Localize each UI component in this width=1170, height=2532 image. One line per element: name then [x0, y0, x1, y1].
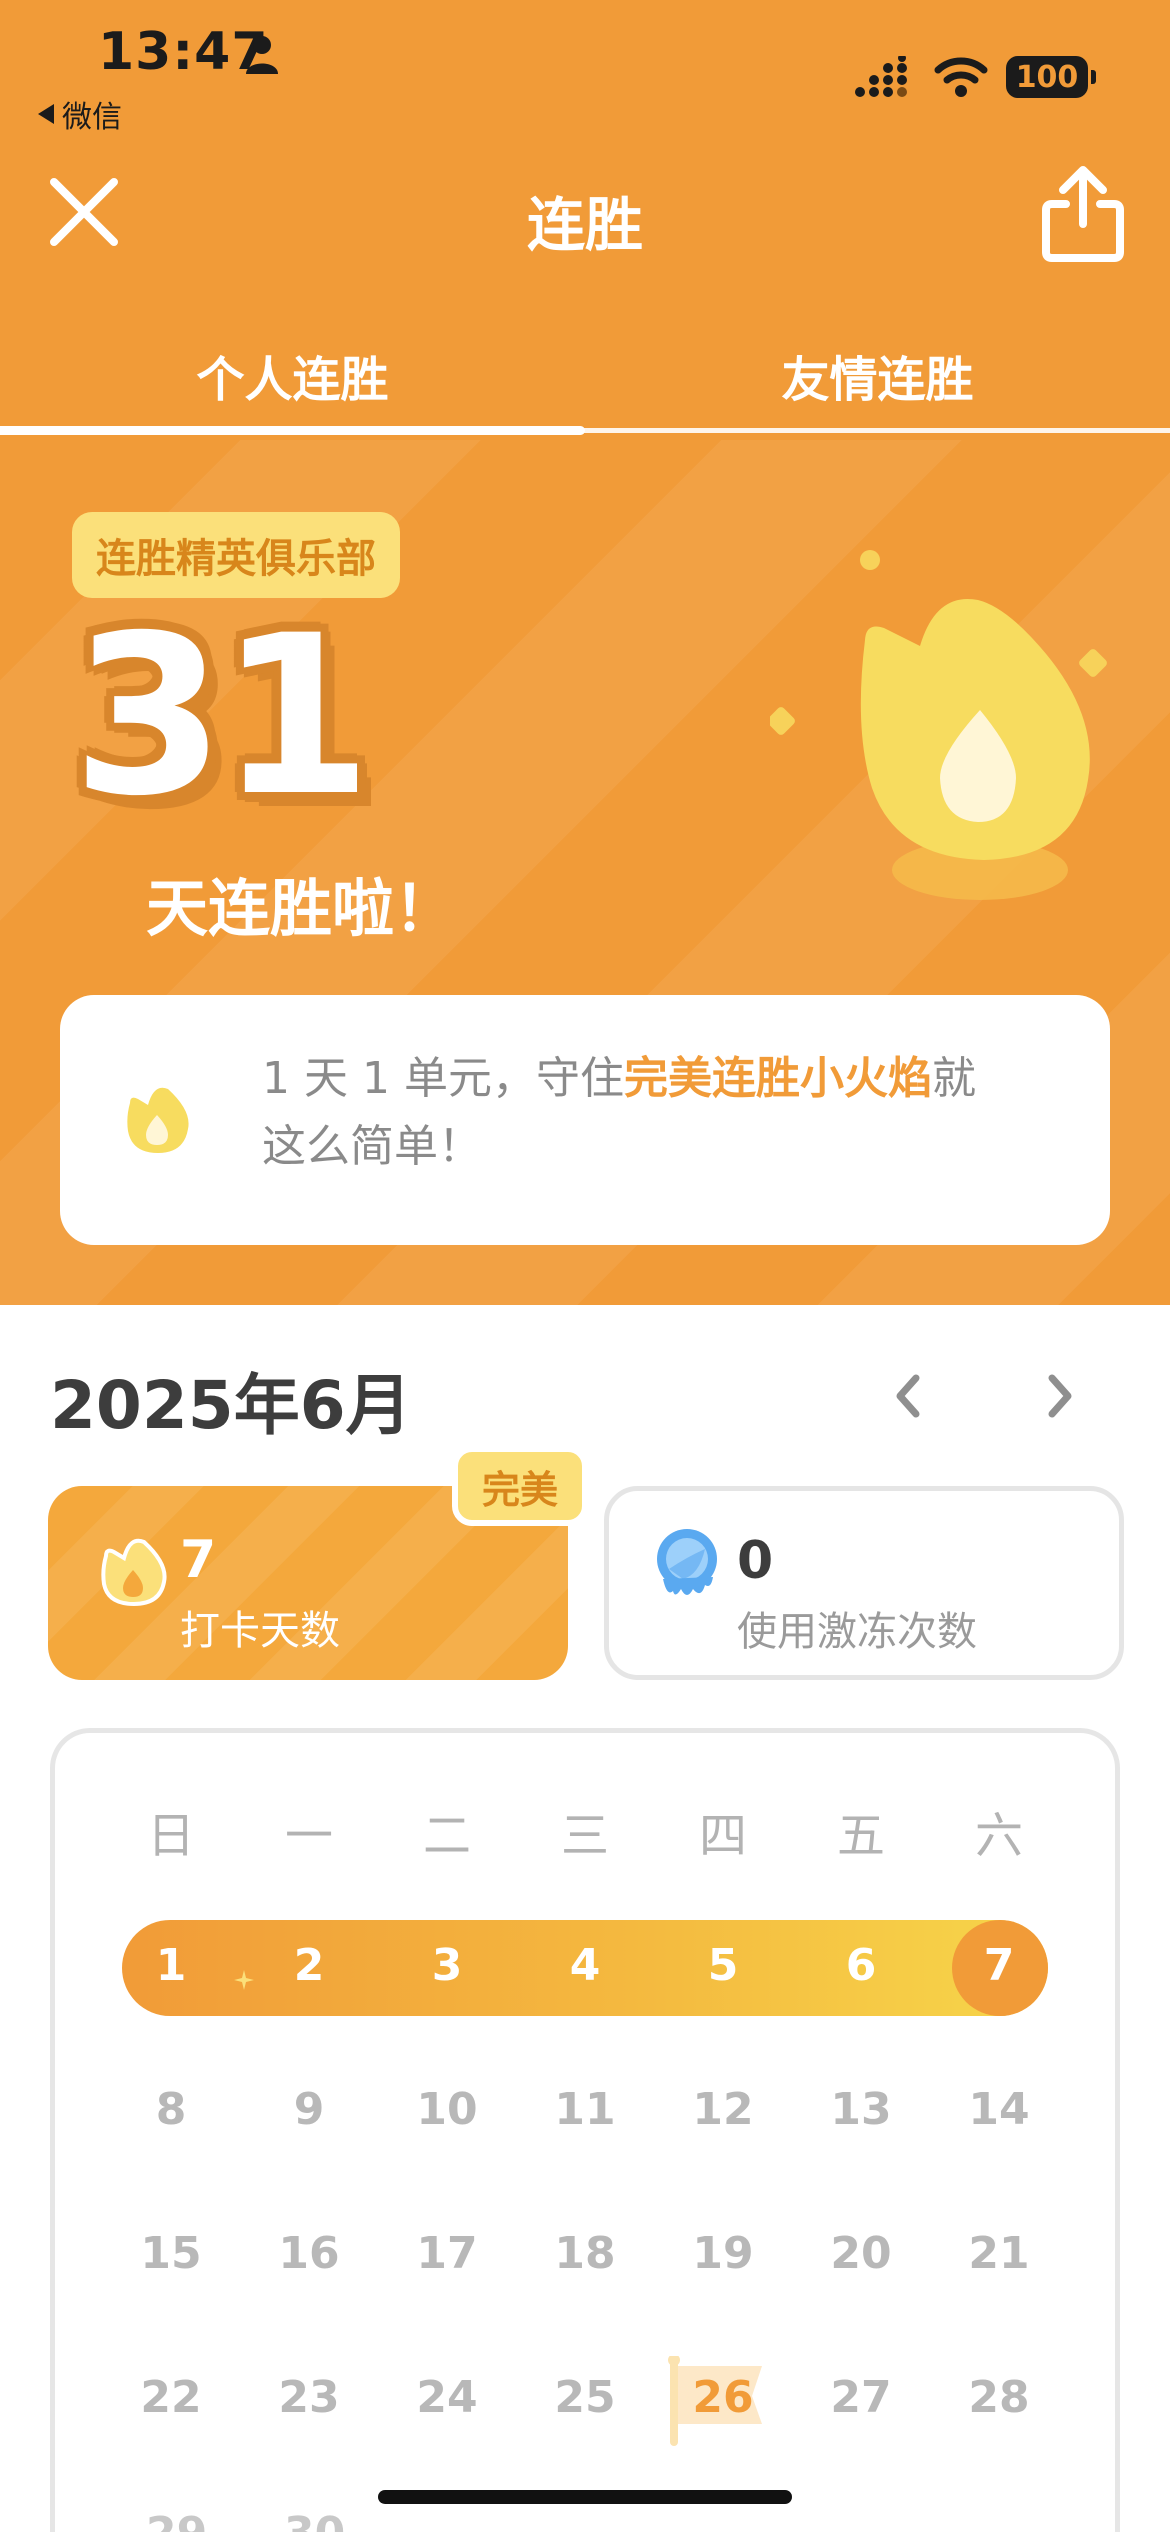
calendar-day[interactable]: 27 — [811, 2372, 911, 2423]
calendar-day[interactable]: 28 — [949, 2372, 1049, 2423]
calendar-day[interactable]: 5 — [673, 1940, 773, 1991]
calendar-day[interactable]: 4 — [535, 1940, 635, 1991]
weekday-sun: 日 — [146, 1808, 195, 1864]
tip-prefix: 1 天 1 单元，守住 — [262, 1053, 624, 1104]
back-arrow-icon — [38, 104, 54, 124]
calendar-day[interactable]: 19 — [673, 2228, 773, 2279]
streak-count: 31 — [72, 588, 372, 844]
freeze-count-label: 使用激冻次数 — [737, 1609, 977, 1655]
weekday-mon: 一 — [284, 1808, 333, 1864]
calendar-day[interactable]: 20 — [811, 2228, 911, 2279]
tip-suffix: 就 — [931, 1053, 976, 1104]
calendar-day[interactable]: 1 — [121, 1940, 221, 1991]
tip-card: 1 天 1 单元，守住完美连胜小火焰就 这么简单！ — [60, 995, 1110, 1245]
page-title: 连胜 — [526, 191, 643, 259]
calendar-day[interactable]: 17 — [397, 2228, 497, 2279]
calendar-day[interactable]: 9 — [259, 2084, 359, 2135]
calendar-day[interactable]: 13 — [811, 2084, 911, 2135]
active-tab-indicator — [0, 426, 585, 435]
month-label: 2025年6月 — [50, 1367, 412, 1444]
tab-bar: 个人连胜 友情连胜 — [0, 320, 1170, 440]
back-to-wechat-link[interactable]: 微信 — [38, 92, 122, 136]
perfect-badge: 完美 — [452, 1446, 588, 1526]
tab-personal-streak[interactable]: 个人连胜 — [0, 340, 585, 410]
weekday-fri: 五 — [836, 1808, 885, 1864]
weekday-wed: 三 — [560, 1808, 609, 1864]
calendar-day[interactable]: 15 — [121, 2228, 221, 2279]
calendar-day[interactable]: 25 — [535, 2372, 635, 2423]
calendar-day[interactable]: 16 — [259, 2228, 359, 2279]
home-indicator[interactable] — [378, 2490, 792, 2504]
tip-text: 1 天 1 单元，守住完美连胜小火焰就 这么简单！ — [262, 1045, 1062, 1181]
calendar-day[interactable]: 3 — [397, 1940, 497, 1991]
weekday-sat: 六 — [974, 1808, 1023, 1864]
calendar-day[interactable]: 18 — [535, 2228, 635, 2279]
freeze-count-value: 0 — [737, 1531, 774, 1591]
status-bar: 13:47 微信 100 — [0, 0, 1170, 150]
previous-month-button[interactable] — [884, 1368, 934, 1424]
tab-friend-streak[interactable]: 友情连胜 — [585, 340, 1170, 410]
calendar-day[interactable]: 7 — [949, 1940, 1049, 1991]
wifi-icon — [934, 57, 988, 97]
sparkle-icon — [234, 1970, 254, 1990]
calendar-day[interactable]: 14 — [949, 2084, 1049, 2135]
calendar-day[interactable]: 21 — [949, 2228, 1049, 2279]
elite-club-badge[interactable]: 连胜精英俱乐部 — [72, 512, 400, 598]
person-icon — [246, 36, 278, 74]
weekday-tue: 二 — [422, 1808, 471, 1864]
next-month-button[interactable] — [1034, 1368, 1084, 1424]
status-time: 13:47 — [98, 22, 269, 82]
streak-caption: 天连胜啦！ — [146, 872, 457, 945]
weekday-thu: 四 — [698, 1808, 747, 1864]
freeze-drop-icon — [657, 1529, 717, 1595]
calendar-day[interactable]: 12 — [673, 2084, 773, 2135]
calendar-day[interactable]: 23 — [259, 2372, 359, 2423]
calendar-day[interactable]: 24 — [397, 2372, 497, 2423]
checkin-days-label: 打卡天数 — [180, 1608, 340, 1654]
calendar-day[interactable]: 22 — [121, 2372, 221, 2423]
tip-line2: 这么简单！ — [262, 1121, 482, 1172]
calendar-day[interactable]: 6 — [811, 1940, 911, 1991]
hero-section: 13:47 微信 100 连胜 个人连胜 友情连胜 连胜精英俱乐部 31 天连胜… — [0, 0, 1170, 1305]
calendar-day-today[interactable]: 26 — [673, 2372, 773, 2423]
flame-icon — [101, 1538, 167, 1607]
calendar-day[interactable]: 10 — [397, 2084, 497, 2135]
flame-icon — [127, 1087, 189, 1153]
calendar-day[interactable]: 8 — [121, 2084, 221, 2135]
tip-highlight: 完美连胜小火焰 — [623, 1053, 932, 1104]
back-app-label: 微信 — [62, 100, 122, 135]
flame-mascot-icon — [770, 550, 1107, 900]
calendar-day[interactable]: 30 — [284, 2508, 345, 2532]
share-icon[interactable] — [1038, 164, 1128, 264]
calendar-day[interactable]: 11 — [535, 2084, 635, 2135]
cellular-signal-icon — [855, 56, 907, 97]
freeze-count-card[interactable]: 0 使用激冻次数 — [604, 1486, 1124, 1680]
calendar-day[interactable]: 29 — [146, 2508, 207, 2532]
calendar-day[interactable]: 2 — [259, 1940, 359, 1991]
battery-indicator: 100 — [1006, 56, 1096, 98]
checkin-days-value: 7 — [180, 1530, 217, 1590]
nav-bar: 连胜 — [0, 150, 1170, 280]
